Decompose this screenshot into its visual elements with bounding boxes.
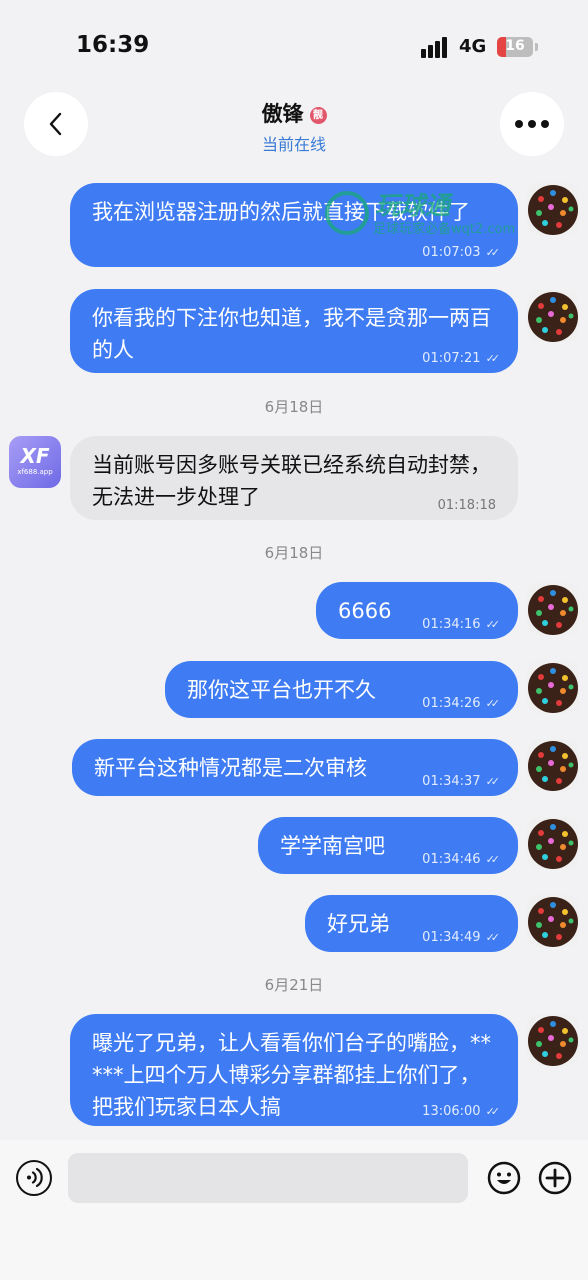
double-check-icon: ✓✓: [485, 618, 501, 631]
message-time: 01:07:21 ✓✓: [422, 351, 501, 366]
date-divider: 6月18日: [264, 544, 324, 562]
battery-level: 16: [505, 38, 525, 54]
more-button[interactable]: [500, 92, 564, 156]
message-bubble-outgoing[interactable]: 曝光了兄弟，让人看看你们台子的嘴脸，*****上四个万人博彩分享群都挂上你们了，…: [70, 1014, 518, 1126]
plus-icon: [538, 1161, 572, 1195]
vip-badge: 靓: [309, 107, 327, 124]
message-bubble-outgoing[interactable]: 好兄弟 01:34:49 ✓✓: [305, 895, 518, 952]
my-avatar[interactable]: [527, 661, 579, 713]
smiley-icon: [487, 1161, 521, 1195]
avatar-logo-text: XF: [20, 444, 50, 468]
message-time: 01:34:49 ✓✓: [422, 930, 501, 945]
status-time: 16:39: [76, 32, 150, 58]
message-bubble-incoming[interactable]: 当前账号因多账号关联已经系统自动封禁，无法进一步处理了 01:18:18: [70, 436, 518, 520]
message-time: 01:18:18: [437, 498, 496, 513]
double-check-icon: ✓✓: [485, 1105, 501, 1118]
online-status: 当前在线: [261, 135, 326, 154]
double-check-icon: ✓✓: [485, 697, 501, 710]
battery-cap: [535, 43, 538, 51]
message-time: 01:34:26 ✓✓: [422, 696, 501, 711]
double-check-icon: ✓✓: [485, 775, 501, 788]
status-bar: 16:39 4G 16: [0, 0, 588, 90]
message-bubble-outgoing[interactable]: 你看我的下注你也知道，我不是贪那一两百的人 01:07:21 ✓✓: [70, 289, 518, 373]
voice-icon: [27, 1167, 43, 1188]
contact-name-text: 傲锋: [261, 102, 304, 126]
double-check-icon: ✓✓: [485, 931, 501, 944]
network-type: 4G: [459, 36, 487, 57]
add-attachment-button[interactable]: [537, 1160, 573, 1196]
message-time: 13:06:00 ✓✓: [422, 1104, 501, 1119]
double-check-icon: ✓✓: [485, 352, 501, 365]
signal-icon: [421, 36, 451, 58]
message-bubble-outgoing[interactable]: 6666 01:34:16 ✓✓: [316, 582, 518, 639]
double-check-icon: ✓✓: [485, 246, 501, 259]
message-time: 01:34:37 ✓✓: [422, 774, 501, 789]
avatar-site-text: xf688.app: [17, 468, 53, 476]
message-time: 01:34:16 ✓✓: [422, 617, 501, 632]
message-time: 01:34:46 ✓✓: [422, 852, 501, 867]
message-input[interactable]: [68, 1153, 468, 1203]
message-bubble-outgoing[interactable]: 新平台这种情况都是二次审核 01:34:37 ✓✓: [72, 739, 518, 796]
date-divider: 6月21日: [264, 976, 324, 994]
my-avatar[interactable]: [527, 739, 579, 791]
battery-icon: 16: [497, 37, 533, 57]
my-avatar[interactable]: [527, 895, 579, 947]
message-bubble-outgoing[interactable]: 学学南宫吧 01:34:46 ✓✓: [258, 817, 518, 874]
more-dots-icon: [515, 120, 549, 128]
my-avatar[interactable]: [527, 290, 579, 342]
message-time: 01:07:03 ✓✓: [422, 245, 501, 260]
my-avatar[interactable]: [527, 1014, 579, 1066]
message-text: 我在浏览器注册的然后就直接下载软件了: [92, 200, 470, 224]
my-avatar[interactable]: [527, 817, 579, 869]
message-text: 当前账号因多账号关联已经系统自动封禁，无法进一步处理了: [92, 453, 491, 509]
message-bubble-outgoing[interactable]: 那你这平台也开不久 01:34:26 ✓✓: [165, 661, 518, 718]
double-check-icon: ✓✓: [485, 853, 501, 866]
contact-avatar[interactable]: XF xf688.app: [9, 436, 61, 488]
date-divider: 6月18日: [264, 398, 324, 416]
voice-button[interactable]: [16, 1160, 52, 1196]
emoji-button[interactable]: [486, 1160, 522, 1196]
my-avatar[interactable]: [527, 583, 579, 635]
my-avatar[interactable]: [527, 183, 579, 235]
message-bubble-outgoing[interactable]: 我在浏览器注册的然后就直接下载软件了 01:07:03 ✓✓: [70, 183, 518, 267]
